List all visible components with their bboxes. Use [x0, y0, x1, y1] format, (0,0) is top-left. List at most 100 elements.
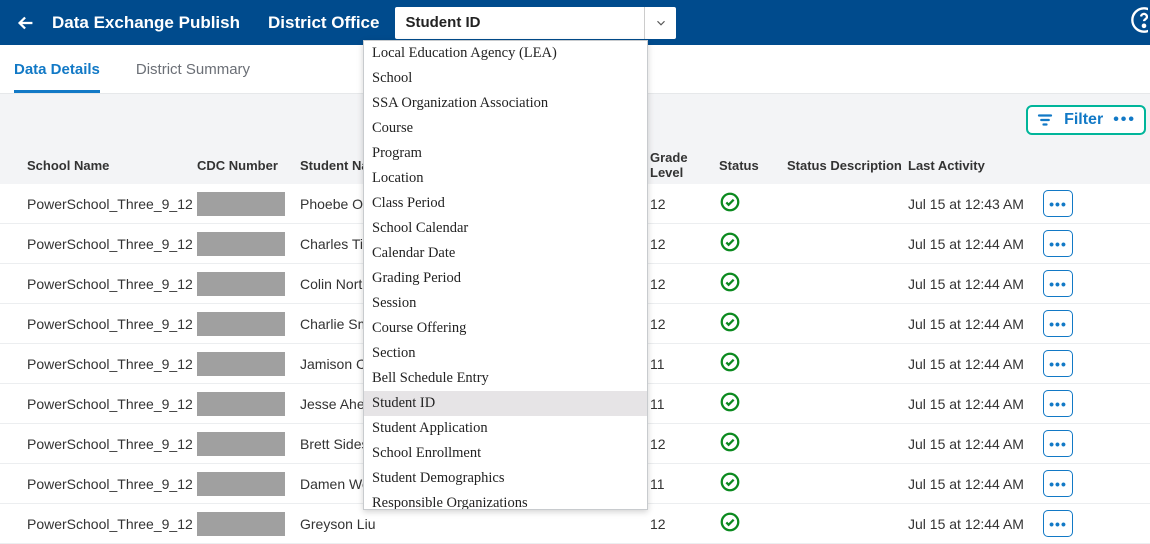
col-school-name: School Name — [27, 158, 197, 173]
dropdown-item[interactable]: Section — [364, 341, 647, 366]
dropdown-item[interactable]: Course Offering — [364, 316, 647, 341]
dropdown-item[interactable]: Bell Schedule Entry — [364, 366, 647, 391]
cell-status — [719, 191, 787, 216]
check-circle-icon — [719, 271, 741, 293]
cell-grade: 12 — [650, 196, 719, 212]
top-bar: Data Exchange Publish District Office St… — [0, 0, 1150, 45]
dropdown-item[interactable]: SSA Organization Association — [364, 91, 647, 116]
check-circle-icon — [719, 231, 741, 253]
row-actions-button[interactable]: ••• — [1043, 230, 1073, 257]
row-actions-button[interactable]: ••• — [1043, 270, 1073, 297]
help-icon[interactable] — [1130, 6, 1148, 34]
dropdown-item[interactable]: School Calendar — [364, 216, 647, 241]
col-cdc-number: CDC Number — [197, 158, 300, 173]
cell-cdc — [197, 432, 300, 456]
row-actions-button[interactable]: ••• — [1043, 470, 1073, 497]
filter-button[interactable]: Filter ••• — [1026, 105, 1146, 135]
check-circle-icon — [719, 191, 741, 213]
dropdown-item[interactable]: Student ID — [364, 391, 647, 416]
table-row: PowerSchool_Three_9_12Greyson Liu12Jul 1… — [0, 504, 1150, 544]
cell-last-activity: Jul 15 at 12:44 AM — [908, 516, 1043, 532]
cell-status — [719, 231, 787, 256]
redacted-block — [197, 472, 285, 496]
cell-cdc — [197, 192, 300, 216]
cell-last-activity: Jul 15 at 12:44 AM — [908, 436, 1043, 452]
back-button[interactable] — [12, 9, 40, 37]
dropdown-item[interactable]: Session — [364, 291, 647, 316]
cell-last-activity: Jul 15 at 12:44 AM — [908, 476, 1043, 492]
dropdown-item[interactable]: Grading Period — [364, 266, 647, 291]
check-circle-icon — [719, 471, 741, 493]
breadcrumb: Data Exchange Publish District Office — [52, 13, 379, 33]
cell-status — [719, 351, 787, 376]
cell-last-activity: Jul 15 at 12:44 AM — [908, 396, 1043, 412]
cell-school: PowerSchool_Three_9_12 — [27, 436, 197, 452]
dropdown-item[interactable]: Program — [364, 141, 647, 166]
cell-school: PowerSchool_Three_9_12 — [27, 276, 197, 292]
redacted-block — [197, 192, 285, 216]
tab-data-details[interactable]: Data Details — [14, 45, 100, 93]
cell-grade: 12 — [650, 236, 719, 252]
col-last-activity: Last Activity — [908, 158, 1043, 173]
dropdown-item[interactable]: Responsible Organizations — [364, 491, 647, 510]
cell-last-activity: Jul 15 at 12:44 AM — [908, 356, 1043, 372]
cell-grade: 12 — [650, 516, 719, 532]
category-select[interactable]: Student ID — [395, 7, 676, 39]
dropdown-item[interactable]: Student Application — [364, 416, 647, 441]
select-value: Student ID — [405, 14, 480, 31]
dropdown-item[interactable]: Class Period — [364, 191, 647, 216]
cell-status — [719, 431, 787, 456]
row-actions-button[interactable]: ••• — [1043, 430, 1073, 457]
cell-grade: 12 — [650, 276, 719, 292]
row-actions-button[interactable]: ••• — [1043, 310, 1073, 337]
tab-district-summary[interactable]: District Summary — [136, 45, 250, 93]
cell-school: PowerSchool_Three_9_12 — [27, 396, 197, 412]
dropdown-item[interactable]: Local Education Agency (LEA) — [364, 41, 647, 66]
category-dropdown[interactable]: Local Education Agency (LEA)SchoolSSA Or… — [363, 40, 648, 510]
cell-last-activity: Jul 15 at 12:43 AM — [908, 196, 1043, 212]
cell-grade: 11 — [650, 476, 719, 492]
redacted-block — [197, 352, 285, 376]
dropdown-item[interactable]: School — [364, 66, 647, 91]
dropdown-item[interactable]: Course — [364, 116, 647, 141]
cell-status — [719, 391, 787, 416]
redacted-block — [197, 512, 285, 536]
cell-last-activity: Jul 15 at 12:44 AM — [908, 236, 1043, 252]
more-icon[interactable]: ••• — [1113, 111, 1136, 129]
cell-status — [719, 471, 787, 496]
cell-school: PowerSchool_Three_9_12 — [27, 316, 197, 332]
dropdown-item[interactable]: School Enrollment — [364, 441, 647, 466]
redacted-block — [197, 312, 285, 336]
check-circle-icon — [719, 391, 741, 413]
col-grade-level: Grade Level — [650, 150, 719, 180]
filter-icon — [1036, 111, 1054, 129]
cell-grade: 12 — [650, 316, 719, 332]
row-actions-button[interactable]: ••• — [1043, 190, 1073, 217]
dropdown-item[interactable]: Location — [364, 166, 647, 191]
dropdown-item[interactable]: Calendar Date — [364, 241, 647, 266]
cell-school: PowerSchool_Three_9_12 — [27, 236, 197, 252]
check-circle-icon — [719, 431, 741, 453]
cell-status — [719, 271, 787, 296]
cell-cdc — [197, 272, 300, 296]
cell-status — [719, 511, 787, 536]
cell-school: PowerSchool_Three_9_12 — [27, 516, 197, 532]
row-actions-button[interactable]: ••• — [1043, 390, 1073, 417]
cell-grade: 11 — [650, 396, 719, 412]
cell-last-activity: Jul 15 at 12:44 AM — [908, 316, 1043, 332]
cell-cdc — [197, 352, 300, 376]
check-circle-icon — [719, 511, 741, 533]
cell-school: PowerSchool_Three_9_12 — [27, 476, 197, 492]
col-status: Status — [719, 158, 787, 173]
cell-cdc — [197, 512, 300, 536]
filter-label: Filter — [1064, 111, 1103, 129]
redacted-block — [197, 432, 285, 456]
redacted-block — [197, 272, 285, 296]
row-actions-button[interactable]: ••• — [1043, 510, 1073, 537]
chevron-down-icon[interactable] — [644, 7, 676, 39]
row-actions-button[interactable]: ••• — [1043, 350, 1073, 377]
cell-cdc — [197, 232, 300, 256]
arrow-left-icon — [15, 12, 37, 34]
dropdown-item[interactable]: Student Demographics — [364, 466, 647, 491]
tab-label: District Summary — [136, 61, 250, 78]
